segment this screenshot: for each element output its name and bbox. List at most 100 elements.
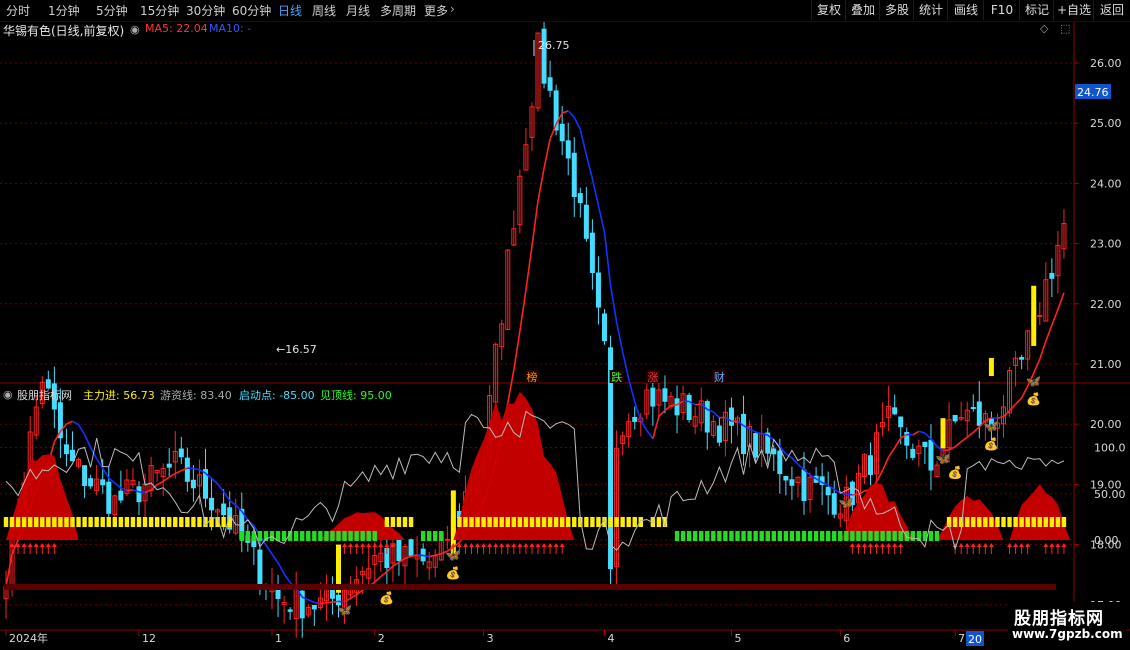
signal-block xyxy=(868,531,873,541)
ma-line-segment xyxy=(525,246,533,291)
signal-block xyxy=(608,517,613,527)
candle-body xyxy=(408,539,414,556)
candle-body xyxy=(184,457,190,482)
signal-block xyxy=(983,517,988,527)
ma-line-segment xyxy=(380,571,388,578)
tab-more[interactable]: 更多 xyxy=(424,2,448,19)
signal-block xyxy=(481,517,486,527)
tab-monthly[interactable]: 月线 xyxy=(346,2,370,19)
signal-block xyxy=(130,517,136,527)
signal-block xyxy=(977,517,982,527)
tab-daily[interactable]: 日线 xyxy=(278,2,302,19)
candle-body xyxy=(136,486,142,503)
signal-block xyxy=(553,517,559,527)
entry-arrow-head xyxy=(868,543,873,547)
money-bag-icon: 💰 xyxy=(1026,392,1041,406)
stats-button[interactable]: 统计 xyxy=(913,0,948,20)
candle-body xyxy=(88,478,94,487)
chevron-right-icon[interactable]: › xyxy=(450,2,455,16)
candle-body xyxy=(662,388,668,402)
tab-5min[interactable]: 5分钟 xyxy=(96,2,128,19)
diamond-icon[interactable]: ◇ xyxy=(1040,22,1048,35)
expand-icon[interactable]: ⬚ xyxy=(1060,22,1070,35)
signal-block xyxy=(1013,517,1018,527)
f10-button[interactable]: F10 xyxy=(983,0,1020,20)
signal-block xyxy=(306,531,311,541)
candle-body xyxy=(976,401,982,426)
ma-line-segment xyxy=(77,424,86,435)
chart-canvas[interactable]: 26.0025.0024.0023.0022.0021.0020.0019.00… xyxy=(0,0,1130,650)
candle-body xyxy=(209,497,215,511)
signal-block xyxy=(408,517,414,527)
ma-line-segment xyxy=(216,483,225,493)
mark-button[interactable]: 标记 xyxy=(1019,0,1054,20)
candle-body xyxy=(63,444,69,455)
price-tick-label: 24.00 xyxy=(1090,177,1122,190)
signal-block xyxy=(1019,517,1024,527)
signal-block xyxy=(100,517,105,527)
ma-line-segment xyxy=(960,436,968,443)
signal-block xyxy=(312,531,317,541)
entry-arrow-head xyxy=(378,543,384,547)
settings-circle-icon[interactable]: ◉ xyxy=(130,23,140,36)
tab-weekly[interactable]: 周线 xyxy=(312,2,336,19)
signal-block xyxy=(433,531,438,541)
signal-block xyxy=(167,517,172,527)
ma-line-segment xyxy=(66,420,73,425)
signal-block xyxy=(245,531,251,541)
ma-line-segment xyxy=(797,463,805,471)
tab-60min[interactable]: 60分钟 xyxy=(232,2,271,19)
ma-line-segment xyxy=(114,482,122,489)
indicator-name[interactable]: 股朋指标网 xyxy=(17,387,72,403)
tab-30min[interactable]: 30分钟 xyxy=(186,2,225,19)
signal-block xyxy=(832,531,837,541)
tab-fenshi[interactable]: 分时 xyxy=(6,2,30,19)
indicator-settings-icon[interactable]: ◉ xyxy=(3,388,13,401)
candle-body xyxy=(257,549,263,587)
signal-block xyxy=(638,517,643,527)
ma-line-segment xyxy=(1045,324,1053,342)
candle-body xyxy=(704,401,710,433)
back-button[interactable]: 返回 xyxy=(1093,0,1130,20)
signal-block xyxy=(747,531,752,541)
indicator-line4: 见顶线: 95.00 xyxy=(320,389,392,402)
draw-line-button[interactable]: 画线 xyxy=(947,0,984,20)
signal-block xyxy=(293,531,299,541)
signal-block xyxy=(856,531,861,541)
signal-block xyxy=(807,531,813,541)
multi-stock-button[interactable]: 多股 xyxy=(879,0,914,20)
candle-body xyxy=(1037,315,1043,318)
ma-line-segment xyxy=(138,491,146,494)
signal-block xyxy=(499,517,504,527)
overlay-button[interactable]: 叠加 xyxy=(845,0,880,20)
ma-line-segment xyxy=(307,599,315,604)
tab-1min[interactable]: 1分钟 xyxy=(48,2,80,19)
tab-15min[interactable]: 15分钟 xyxy=(140,2,179,19)
tab-multi-period[interactable]: 多周期 xyxy=(380,2,416,19)
signal-block xyxy=(366,531,371,541)
ma-line-segment xyxy=(695,403,702,406)
add-watchlist-button[interactable]: +自选 xyxy=(1053,0,1094,20)
candle-body xyxy=(559,123,565,142)
signal-block xyxy=(559,517,565,527)
candle-body xyxy=(789,479,795,486)
signal-block xyxy=(336,531,341,541)
ma-line-segment xyxy=(567,110,575,118)
entry-arrow-head xyxy=(348,543,354,547)
signal-block xyxy=(1061,517,1067,527)
candle-body xyxy=(589,232,595,273)
signal-candle xyxy=(988,357,994,377)
entry-arrow-head xyxy=(1013,543,1019,547)
signal-block xyxy=(523,517,529,527)
ma-line-segment xyxy=(265,544,273,555)
butterfly-icon: 🦋 xyxy=(337,603,352,617)
signal-block xyxy=(118,517,124,527)
ma-line-segment xyxy=(1008,403,1017,412)
stock-title[interactable]: 华锡有色(日线,前复权) xyxy=(3,22,124,39)
candle-body xyxy=(898,416,904,428)
candle-body xyxy=(118,490,124,501)
fuquan-button[interactable]: 复权 xyxy=(811,0,846,20)
signal-block xyxy=(892,531,897,541)
ma-line-segment xyxy=(1002,410,1011,418)
ma-line-segment xyxy=(531,200,539,247)
